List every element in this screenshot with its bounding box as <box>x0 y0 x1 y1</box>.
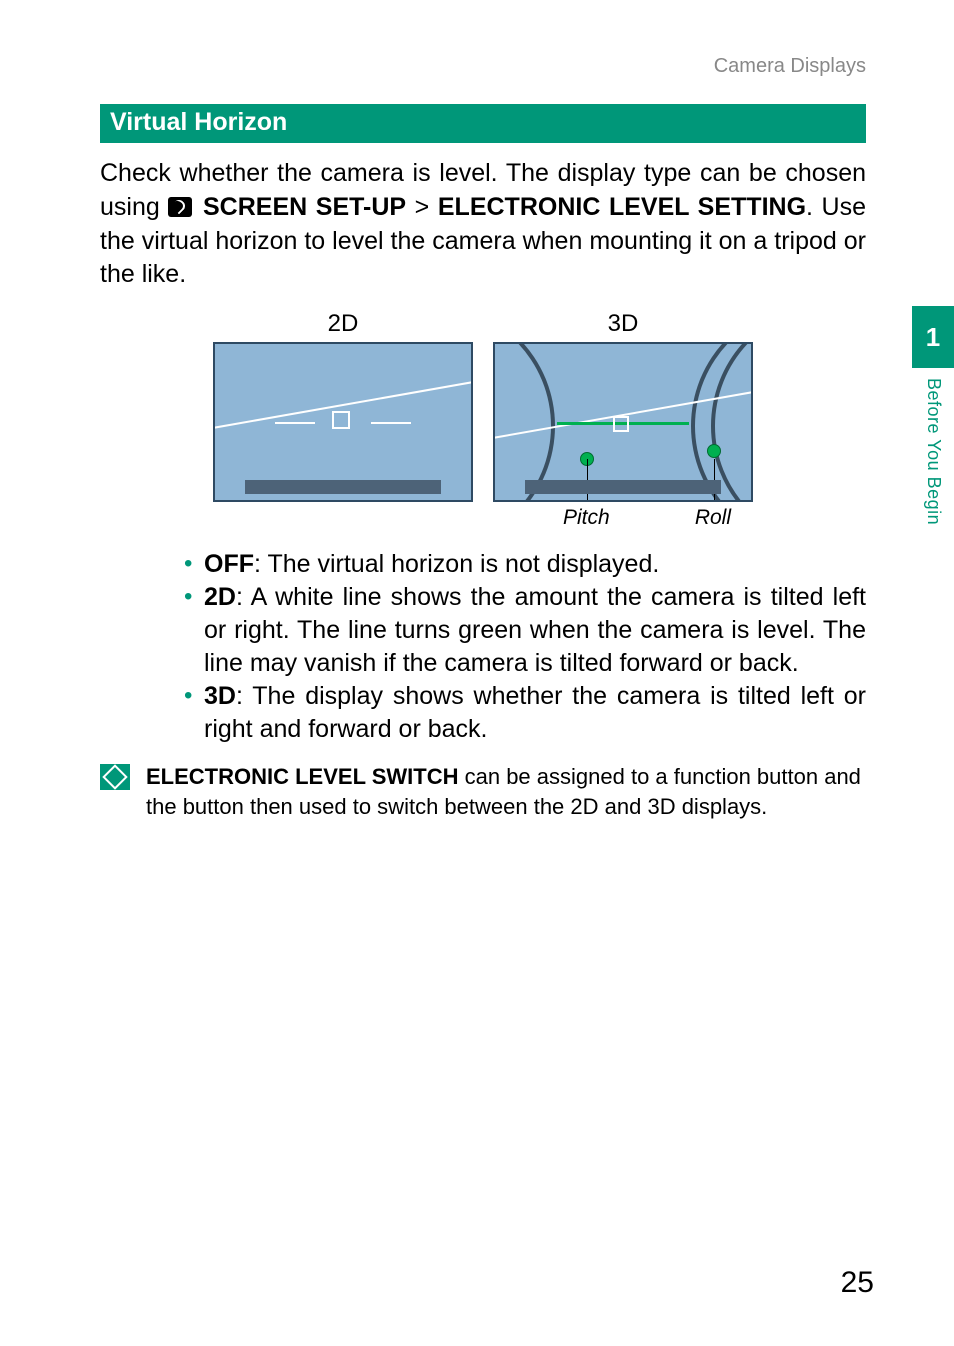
note-bold: ELECTRONIC LEVEL SWITCH <box>146 764 459 789</box>
option-term: 3D <box>204 682 236 710</box>
roll-label: Roll <box>695 506 731 530</box>
menu-path-2: ELECTRONIC LEVEL SETTING <box>438 193 806 221</box>
list-item: OFF: The virtual horizon is not displaye… <box>184 548 866 581</box>
diagram-2d-column: 2D <box>213 310 473 530</box>
option-text: : The display shows whether the camera i… <box>204 682 866 743</box>
diagram-3d-axis-labels: Pitch Roll <box>493 506 753 530</box>
page-number: 25 <box>841 1266 874 1300</box>
breadcrumb: Camera Displays <box>100 55 866 78</box>
pitch-label: Pitch <box>563 506 610 530</box>
menu-path-1: SCREEN SET-UP <box>203 193 406 221</box>
option-term: OFF <box>204 550 254 578</box>
option-list: OFF: The virtual horizon is not displaye… <box>184 548 866 746</box>
diagram-3d-column: 3D Pitch Roll <box>493 310 753 530</box>
option-term: 2D <box>204 583 236 611</box>
list-item: 2D: A white line shows the amount the ca… <box>184 581 866 680</box>
setup-wrench-icon <box>168 197 192 217</box>
intro-paragraph: Check whether the camera is level. The d… <box>100 157 866 292</box>
diagram-3d-label: 3D <box>493 310 753 338</box>
menu-path-sep: > <box>415 193 438 221</box>
diagram-3d-icon <box>493 342 753 502</box>
option-text: : The virtual horizon is not displayed. <box>254 550 659 578</box>
list-item: 3D: The display shows whether the camera… <box>184 680 866 746</box>
section-heading: Virtual Horizon <box>100 104 866 143</box>
option-text: : A white line shows the amount the came… <box>204 583 866 677</box>
diagram-2d-icon <box>213 342 473 502</box>
tip-note: ELECTRONIC LEVEL SWITCH can be assigned … <box>100 762 866 821</box>
diagram-row: 2D 3D <box>100 310 866 530</box>
chapter-tab-label: Before You Begin <box>923 378 944 525</box>
diagram-2d-label: 2D <box>213 310 473 338</box>
chapter-tab: 1 <box>912 306 954 368</box>
manual-page: Camera Displays Virtual Horizon Check wh… <box>0 0 954 861</box>
tip-diamond-icon <box>100 764 130 790</box>
